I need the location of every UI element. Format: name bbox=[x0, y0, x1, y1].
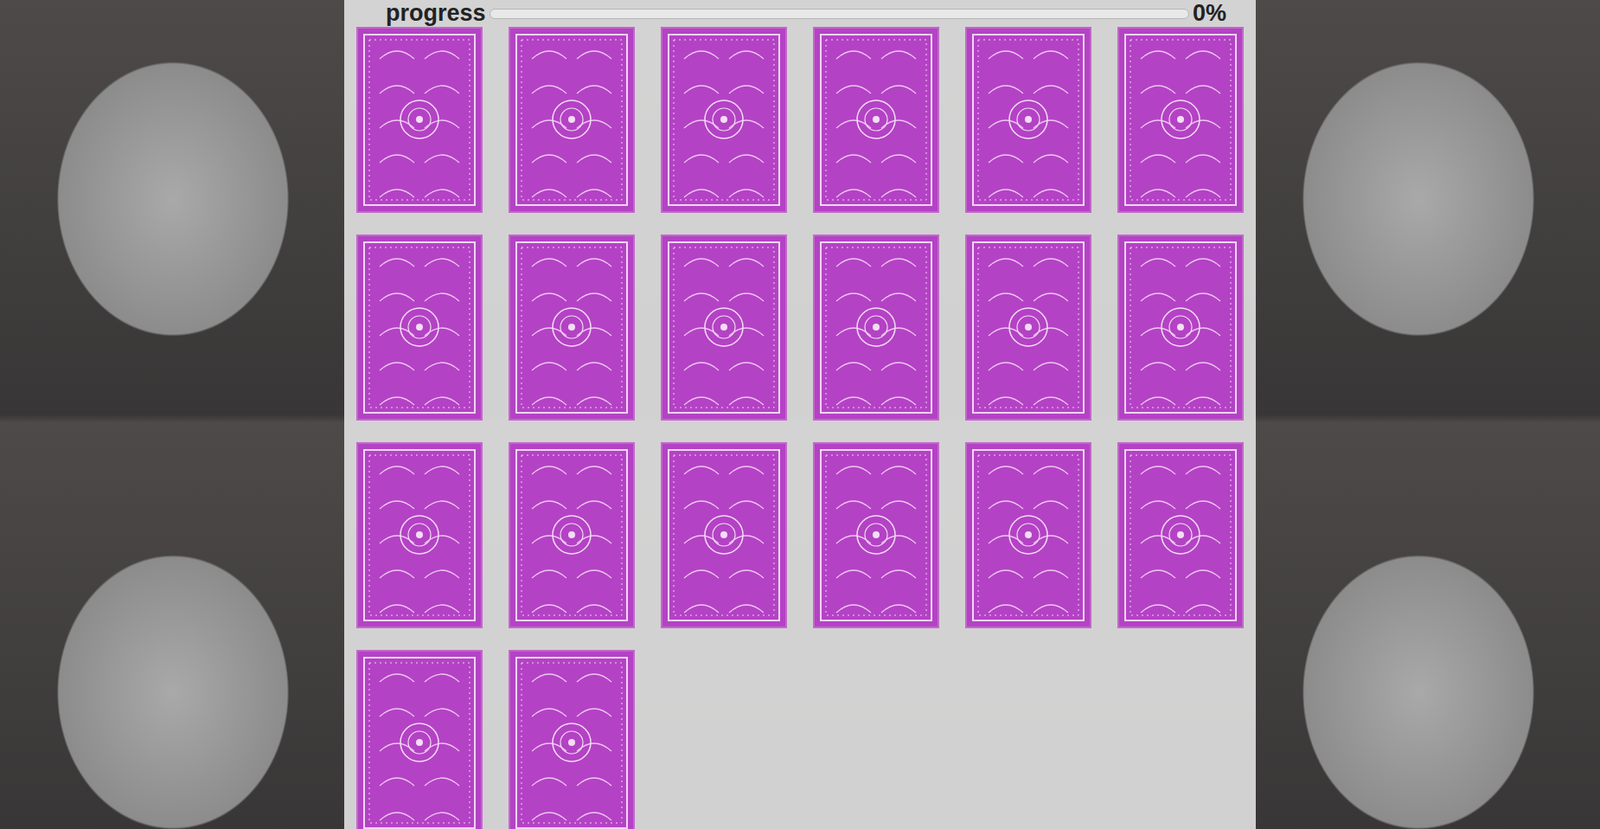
card-back-pattern-icon bbox=[514, 240, 629, 415]
memory-card[interactable] bbox=[812, 234, 940, 421]
memory-card[interactable] bbox=[508, 441, 635, 628]
memory-card[interactable] bbox=[508, 649, 635, 829]
card-back-pattern-icon bbox=[362, 240, 477, 415]
card-back-pattern-icon bbox=[1123, 32, 1238, 207]
memory-card[interactable] bbox=[812, 441, 940, 628]
memory-card[interactable] bbox=[965, 441, 1092, 628]
card-back-pattern-icon bbox=[971, 240, 1086, 415]
progress-track bbox=[489, 8, 1190, 20]
card-back-pattern-icon bbox=[514, 448, 629, 622]
card-back-pattern-icon bbox=[819, 240, 934, 415]
memory-card[interactable] bbox=[356, 441, 483, 628]
memory-card[interactable] bbox=[1117, 234, 1244, 421]
memory-card[interactable] bbox=[1117, 441, 1244, 628]
card-back-pattern-icon bbox=[666, 32, 781, 207]
card-back-pattern-icon bbox=[1123, 240, 1238, 415]
memory-card[interactable] bbox=[508, 234, 635, 421]
card-back-pattern-icon bbox=[819, 32, 934, 207]
memory-card[interactable] bbox=[660, 441, 788, 628]
progress-row: progress 0% bbox=[356, 0, 1244, 27]
card-back-pattern-icon bbox=[666, 448, 781, 622]
card-back-pattern-icon bbox=[514, 32, 629, 207]
memory-card[interactable] bbox=[965, 234, 1092, 421]
card-grid bbox=[356, 26, 1244, 829]
card-back-pattern-icon bbox=[971, 32, 1086, 207]
memory-card[interactable] bbox=[660, 234, 788, 421]
card-back-pattern-icon bbox=[362, 448, 477, 622]
card-back-pattern-icon bbox=[362, 655, 477, 829]
card-back-pattern-icon bbox=[1123, 448, 1238, 622]
progress-label: progress bbox=[385, 0, 487, 27]
memory-card[interactable] bbox=[508, 26, 635, 213]
card-back-pattern-icon bbox=[971, 448, 1086, 622]
card-back-pattern-icon bbox=[514, 655, 629, 829]
memory-card[interactable] bbox=[356, 649, 483, 829]
memory-card[interactable] bbox=[356, 234, 483, 421]
memory-card[interactable] bbox=[965, 26, 1092, 213]
card-back-pattern-icon bbox=[819, 448, 934, 622]
game-page: progress 0% bbox=[0, 0, 1600, 829]
memory-card[interactable] bbox=[660, 26, 788, 213]
progress-reading: 0% bbox=[1192, 0, 1227, 27]
card-back-pattern-icon bbox=[666, 240, 781, 415]
game-panel: progress 0% bbox=[344, 0, 1256, 829]
card-back-pattern-icon bbox=[362, 32, 477, 207]
memory-card[interactable] bbox=[356, 26, 483, 213]
memory-card[interactable] bbox=[812, 26, 940, 213]
memory-card[interactable] bbox=[1117, 26, 1244, 213]
